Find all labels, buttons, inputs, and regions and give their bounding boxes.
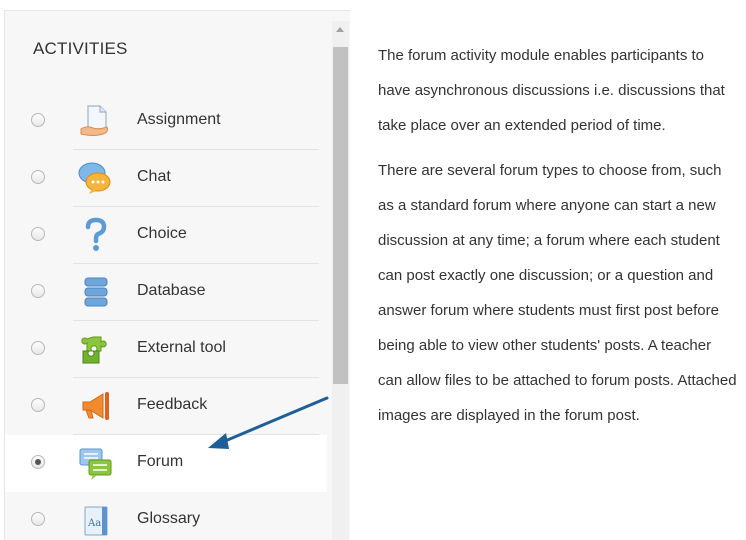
- scrollbar-thumb[interactable]: [333, 47, 348, 384]
- activity-label: Chat: [137, 168, 171, 185]
- scroll-up-arrow-icon[interactable]: [336, 27, 344, 32]
- activity-description: The forum activity module enables partic…: [378, 38, 738, 443]
- feedback-icon: [82, 392, 109, 420]
- activity-item-chat[interactable]: Chat: [5, 150, 327, 207]
- glossary-icon: Aa: [84, 506, 108, 536]
- forum-radio[interactable]: [31, 455, 45, 469]
- activity-list: Assignment Chat Choice Database External…: [5, 93, 327, 540]
- activity-item-glossary[interactable]: Aa Glossary: [5, 492, 327, 540]
- activities-heading: ACTIVITIES: [33, 39, 128, 58]
- assignment-radio[interactable]: [31, 113, 45, 127]
- activity-list-scrollbar[interactable]: [332, 21, 349, 540]
- svg-text:Aa: Aa: [87, 518, 101, 529]
- database-icon: [84, 277, 108, 307]
- feedback-radio[interactable]: [31, 398, 45, 412]
- activity-label: Feedback: [137, 396, 208, 413]
- activity-item-choice[interactable]: Choice: [5, 207, 327, 264]
- activity-label: Assignment: [137, 111, 221, 128]
- activity-label: Database: [137, 282, 206, 299]
- external-tool-radio[interactable]: [31, 341, 45, 355]
- database-radio[interactable]: [31, 284, 45, 298]
- external-tool-icon: [81, 336, 107, 364]
- assignment-icon: [80, 105, 108, 136]
- activity-item-database[interactable]: Database: [5, 264, 327, 321]
- activity-item-assignment[interactable]: Assignment: [5, 93, 327, 150]
- activity-chooser-panel: ACTIVITIES Assignment Chat Choice Databa…: [4, 10, 350, 540]
- glossary-radio[interactable]: [31, 512, 45, 526]
- activity-item-external-tool[interactable]: External tool: [5, 321, 327, 378]
- activity-item-forum[interactable]: Forum: [5, 435, 327, 492]
- activity-label: Choice: [137, 225, 187, 242]
- chat-icon: [78, 162, 111, 194]
- activity-label: Forum: [137, 453, 184, 470]
- activity-label: External tool: [137, 339, 226, 356]
- description-paragraph: There are several forum types to choose …: [378, 162, 737, 424]
- choice-icon: [85, 217, 107, 251]
- description-paragraph: The forum activity module enables partic…: [378, 47, 725, 134]
- activity-label: Glossary: [137, 510, 201, 527]
- chat-radio[interactable]: [31, 170, 45, 184]
- forum-icon: [79, 448, 112, 480]
- choice-radio[interactable]: [31, 227, 45, 241]
- activity-item-feedback[interactable]: Feedback: [5, 378, 327, 435]
